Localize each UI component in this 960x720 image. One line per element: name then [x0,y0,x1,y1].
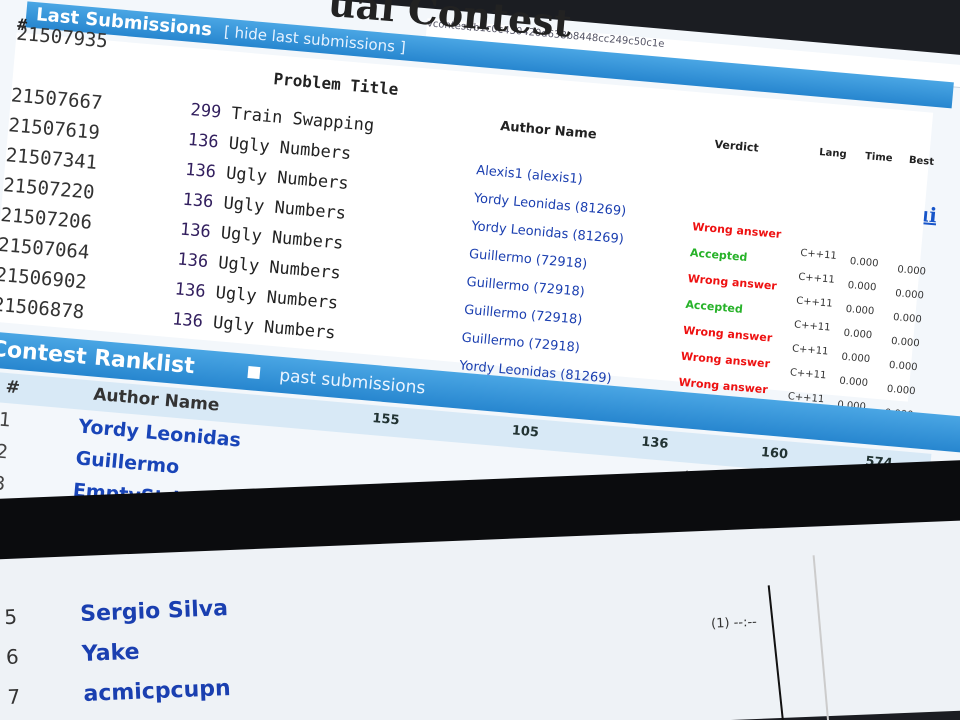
problem-col-header[interactable]: 105 [511,423,539,440]
rank-number: 6 [5,644,20,670]
author-col-header: Author Name [92,384,221,416]
problem-id: 299 [189,100,223,123]
problem-id: 136 [179,219,212,243]
problem-id: 136 [171,309,204,332]
problem-col-header[interactable]: 160 [760,445,788,462]
rank-number: 2 [0,440,10,464]
problem-id: 136 [176,249,209,273]
photo-scene: vcontest/b1c0c430420d638b8448cc249c50c1e… [0,0,960,720]
contestant-name[interactable]: acmicpcupn [83,676,231,707]
problem-col-header[interactable]: 136 [641,435,669,452]
past-submissions-checkbox[interactable] [247,366,261,380]
problem-id: 136 [174,279,207,302]
past-submissions-label: past submissions [278,365,427,399]
rank-number: 3 [0,472,7,496]
rank-number: 5 [3,604,18,630]
rank-number: 1 [0,408,12,432]
problem-result: (1) --:-- [710,614,758,632]
ranklist-title: Contest Ranklist [0,336,196,380]
rank-col-header: # [4,376,21,399]
rank-number: 7 [7,684,21,709]
contestant-name[interactable]: Sergio Silva [80,596,229,627]
problem-id: 136 [181,189,215,213]
contestant-name[interactable]: Yake [81,640,140,667]
problem-id: 136 [187,129,220,153]
problem-col-header[interactable]: 155 [372,411,400,428]
problem-id: 136 [184,159,217,183]
